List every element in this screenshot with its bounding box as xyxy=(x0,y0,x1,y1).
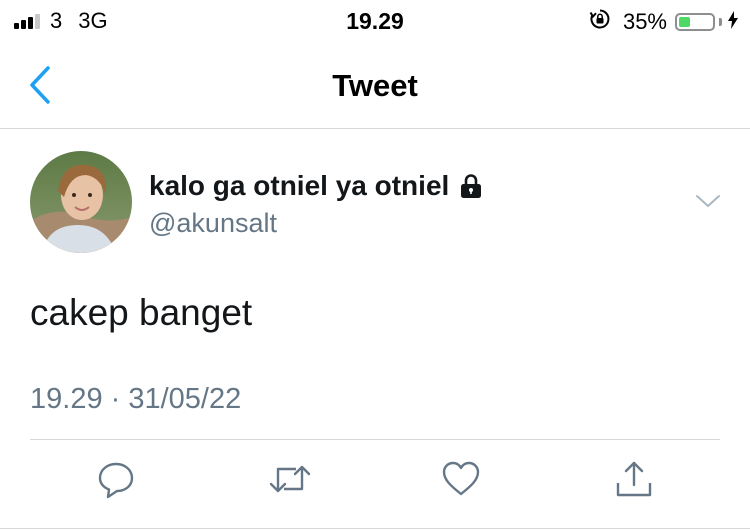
chevron-down-icon xyxy=(694,195,722,213)
tweet-menu-button[interactable] xyxy=(694,193,722,214)
display-name[interactable]: kalo ga otniel ya otniel xyxy=(149,170,449,202)
like-button[interactable] xyxy=(441,459,481,504)
tweet-text: cakep banget xyxy=(30,292,253,333)
divider xyxy=(30,439,720,440)
bottom-divider xyxy=(0,528,750,529)
reply-icon xyxy=(96,462,136,503)
retweet-icon xyxy=(268,465,312,503)
tweet-timestamp[interactable]: 19.29 · 31/05/22 xyxy=(30,383,241,416)
share-button[interactable] xyxy=(614,459,654,504)
charging-bolt-icon xyxy=(728,9,738,35)
retweet-button[interactable] xyxy=(268,459,312,504)
author-handle[interactable]: @akunsalt xyxy=(149,208,277,239)
reply-button[interactable] xyxy=(96,459,136,504)
avatar[interactable] xyxy=(30,151,132,253)
battery-percent: 35% xyxy=(622,9,667,34)
battery-icon xyxy=(675,13,715,31)
like-icon xyxy=(441,461,481,503)
navigation-bar: Tweet xyxy=(0,42,750,129)
tweet-actions xyxy=(0,459,750,509)
status-bar-right: 35% xyxy=(589,8,738,36)
battery-fill xyxy=(679,17,691,27)
status-bar: 3 3G 19.29 35% xyxy=(0,0,750,42)
lock-icon xyxy=(457,172,485,200)
share-icon xyxy=(614,461,654,503)
page-title: Tweet xyxy=(332,68,418,103)
author-row: kalo ga otniel ya otniel xyxy=(149,170,485,202)
rotation-lock-icon xyxy=(589,8,611,36)
battery-cap xyxy=(719,18,722,26)
